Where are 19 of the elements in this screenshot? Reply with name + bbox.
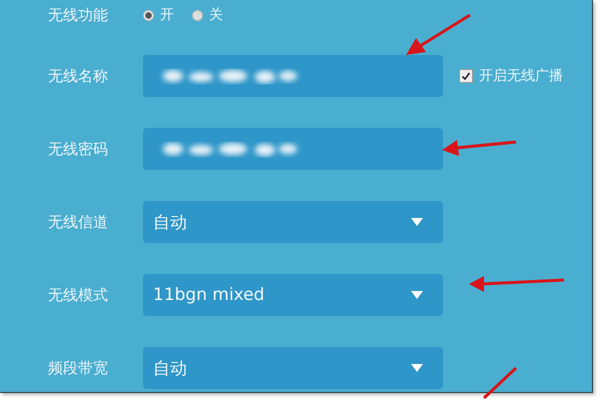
checkmark-icon: [461, 71, 471, 81]
broadcast-checkbox[interactable]: 开启无线广播: [459, 67, 563, 85]
field-label: 无线模式: [47, 286, 109, 304]
dropdown-select[interactable]: 自动: [143, 347, 443, 389]
dropdown-select[interactable]: 自动: [143, 201, 443, 243]
dropdown-select[interactable]: 11bgn mixed: [143, 274, 443, 316]
caret-icon: [411, 364, 423, 372]
field-label: 无线功能: [47, 6, 109, 24]
caret-icon: [411, 218, 423, 226]
input-field[interactable]: [143, 128, 443, 170]
radio-option[interactable]: 关: [192, 6, 223, 24]
caret-icon: [411, 291, 423, 299]
input-field[interactable]: [143, 55, 443, 97]
field-label: 无线密码: [47, 140, 109, 158]
field-label: 无线名称: [47, 66, 109, 86]
field-label: 频段带宽: [47, 358, 109, 378]
radio-option[interactable]: 开: [143, 6, 174, 24]
annotation-arrow: [406, 14, 471, 55]
field-label: 无线信道: [47, 212, 109, 232]
